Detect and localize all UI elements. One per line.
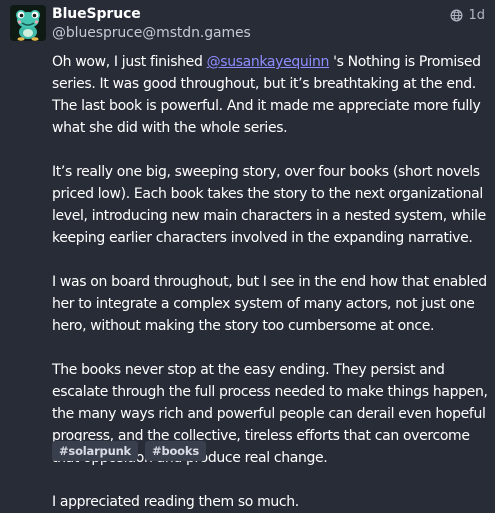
hashtag-books[interactable]: #books [145, 441, 206, 461]
status-card: BlueSpruce @bluespruce@mstdn.games 1d Oh… [0, 0, 495, 510]
paragraph-1: Oh wow, I just finished @susankayequinn … [52, 51, 492, 139]
globe-icon [450, 9, 463, 22]
account-handle[interactable]: @bluespruce@mstdn.games [52, 25, 251, 41]
hashtag-bar: #solarpunk #books [52, 441, 206, 461]
post-meta[interactable]: 1d [450, 8, 485, 23]
avatar[interactable] [10, 5, 46, 41]
paragraph-5: I appreciated reading them so much. [52, 494, 299, 510]
paragraph-3: I was on board throughout, but I see in … [52, 274, 487, 334]
display-name[interactable]: BlueSpruce [52, 6, 141, 22]
paragraph-1-text-start: Oh wow, I just finished [52, 54, 207, 70]
mention-link[interactable]: @susankayequinn [207, 54, 330, 70]
relative-time[interactable]: 1d [468, 8, 485, 23]
frog-creature-avatar-icon [10, 5, 46, 41]
hashtag-solarpunk[interactable]: #solarpunk [52, 441, 139, 461]
paragraph-2: It’s really one big, sweeping story, ove… [52, 164, 486, 246]
